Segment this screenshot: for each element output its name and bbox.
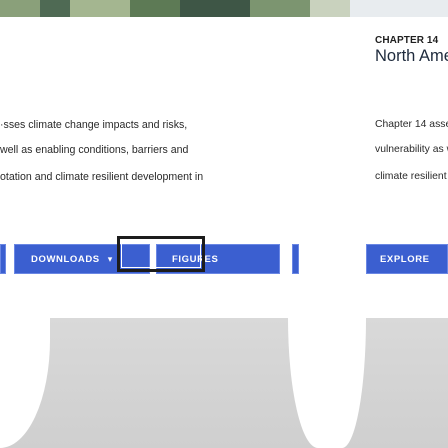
left-card-description-line: otation and climate resilient developmen…	[0, 171, 204, 183]
page: ·sses climate change impacts and risks, …	[0, 0, 448, 448]
card-image[interactable]	[0, 318, 324, 448]
right-card-description-line: vulnerability as w	[375, 144, 448, 155]
card-image[interactable]	[342, 318, 448, 448]
previous-card-button-edge[interactable]	[0, 244, 6, 274]
focus-highlight-inner	[121, 240, 201, 268]
chapter-label: CHAPTER 14	[375, 35, 439, 46]
explore-button[interactable]: EXPLORE	[366, 244, 448, 274]
chapter-title-link[interactable]: North Ameri	[375, 47, 448, 66]
left-card-description-line: well as enabling conditions, barriers an…	[0, 144, 189, 156]
downloads-button-label: DOWNLOADS	[31, 253, 100, 265]
card-button-edge[interactable]	[292, 244, 299, 274]
hero-image-strip	[0, 0, 448, 17]
chevron-down-icon: ▾	[107, 253, 113, 264]
right-card-description-line: climate resilient c	[375, 171, 448, 182]
left-card-description-line: ·sses climate change impacts and risks,	[0, 119, 188, 131]
explore-button-label: EXPLORE	[380, 253, 430, 265]
right-card-description-line: Chapter 14 asses	[375, 119, 448, 130]
